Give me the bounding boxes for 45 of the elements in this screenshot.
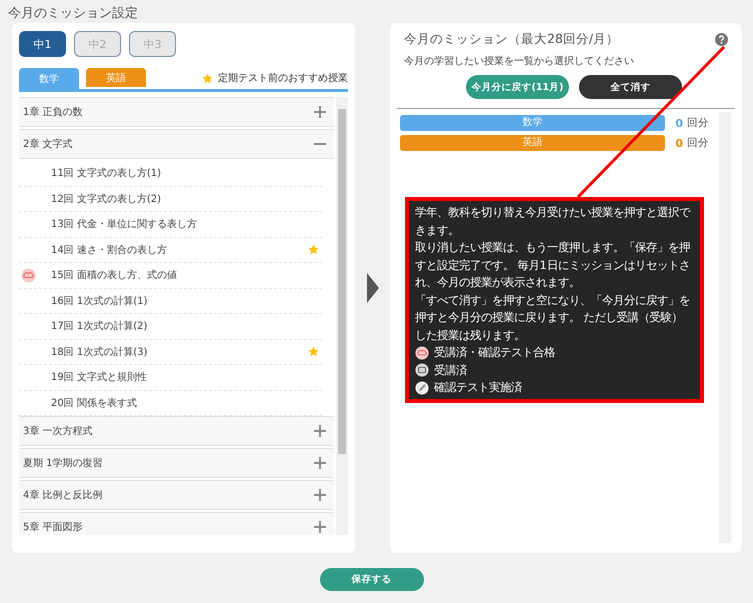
chapter-row[interactable]: 夏期 1学期の復習 [19,448,334,478]
subject-bar: 数学 [400,115,665,131]
clear-all-button[interactable]: 全て消す [579,75,682,99]
lesson-row[interactable]: 15回 面積の表し方、式の値 [19,263,322,288]
legend-text: 受講済・確認テスト合格 [434,345,555,361]
count-unit: 回分 [687,136,709,150]
grade-button[interactable]: 中1 [19,31,66,57]
screen-badge-icon [415,363,429,378]
help-text: 学年、教科を切り替え今月受けたい授業を押すと選択できます。 [415,205,691,238]
chapter-row[interactable]: 1章 正負の数 [19,97,334,127]
star-icon [202,72,213,84]
lesson-count: 0 [674,136,683,150]
count-unit: 回分 [687,116,709,130]
help-text: 取り消したい授業は、もう一度押します。「保存」を押すと設定完了です。 毎月1日にミッションはリセットされ、今月の授業が表示されます。 [415,240,691,291]
lesson-row[interactable]: 13回 代金・単位に関する表し方 [19,212,322,238]
expand-icon [314,521,326,533]
subject-bar: 英語 [400,135,665,151]
chapter-row[interactable]: 4章 比例と反比例 [19,480,334,510]
mission-title: 今月のミッション（最大28回分/月） [404,31,620,48]
lesson-row[interactable]: 18回 1次式の計算(3) [19,340,322,365]
lesson-row[interactable]: 12回 文字式の表し方(2) [19,186,322,212]
right-triangle-icon [366,273,378,303]
page-title: 今月のミッション設定 [7,5,139,23]
lesson-row[interactable]: 11回 文字式の表し方(1) [19,161,322,186]
expand-icon [314,425,326,437]
chapter-row[interactable]: 5章 平面図形 [19,512,334,535]
lesson-count: 0 [674,116,683,130]
legend-text: 受講済 [434,362,467,378]
chapter-row[interactable]: 2章 文字式 [19,129,334,159]
help-icon [715,33,728,46]
recommend-legend-text: 定期テスト前のおすすめ授業 [218,72,348,85]
scrollbar[interactable] [336,97,348,535]
passed-badge-icon [415,346,429,360]
expand-icon [314,489,326,501]
lesson-row[interactable]: 17回 1次式の計算(2) [19,314,322,340]
help-text: 「すべて消す」を押すと空になり、「今月分に戻す」を押すと今月分の授業に戻ります。 ただし受講（受験）した授業は残ります。 [415,292,691,344]
lesson-row[interactable]: 14回 速さ・割合の表し方 [19,238,322,263]
expand-icon [314,106,326,118]
lesson-row[interactable]: 19回 文字式と規則性 [19,365,322,390]
mission-subtitle: 今月の学習したい授業を一覧から選択してください [403,54,635,68]
chapter-row[interactable]: 3章 一次方程式 [19,416,334,446]
pencil-badge-icon [415,380,429,395]
expand-icon [314,457,326,469]
lesson-row[interactable]: 16回 1次式の計算(1) [19,288,322,314]
legend-text: 確認テスト実施済 [434,380,522,396]
